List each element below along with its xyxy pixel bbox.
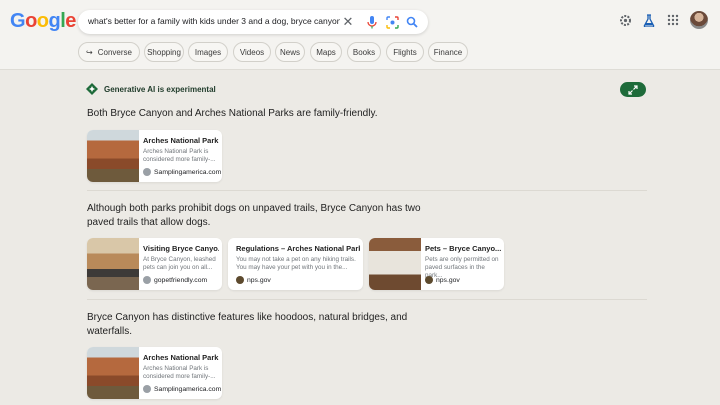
favicon-icon xyxy=(143,385,151,393)
avatar[interactable] xyxy=(690,11,708,29)
answer-paragraph: Both Bryce Canyon and Arches National Pa… xyxy=(87,108,378,119)
close-icon[interactable]: ✕ xyxy=(340,14,356,30)
chip-flights[interactable]: Flights xyxy=(386,42,424,62)
chip-converse[interactable]: ↪ Converse xyxy=(78,42,140,62)
favicon-icon xyxy=(236,276,244,284)
mic-icon[interactable] xyxy=(364,14,380,30)
source-card[interactable]: Visiting Bryce Canyo... At Bryce Canyon,… xyxy=(87,238,222,290)
chip-videos[interactable]: Videos xyxy=(233,42,271,62)
chip-shopping[interactable]: Shopping xyxy=(144,42,184,62)
ai-experimental-label: Generative AI is experimental xyxy=(86,83,216,95)
chip-maps[interactable]: Maps xyxy=(310,42,342,62)
labs-icon[interactable] xyxy=(641,12,657,28)
favicon-icon xyxy=(143,276,151,284)
search-box[interactable]: what's better for a family with kids und… xyxy=(78,10,428,34)
dog-thumbnail xyxy=(369,238,421,290)
expand-icon xyxy=(628,84,638,95)
chip-finance[interactable]: Finance xyxy=(428,42,468,62)
divider xyxy=(87,190,647,191)
source-card[interactable]: Pets – Bryce Canyo... Pets are only perm… xyxy=(369,238,504,290)
answer-paragraph: Bryce Canyon has distinctive features li… xyxy=(87,312,408,337)
source-card[interactable]: Arches National Park... Arches National … xyxy=(87,347,222,399)
google-logo[interactable]: Google xyxy=(10,10,76,33)
source-card[interactable]: Regulations – Arches National Park You m… xyxy=(228,238,363,290)
divider xyxy=(87,299,647,300)
sge-sparkle-icon xyxy=(86,83,98,95)
favicon-icon xyxy=(143,168,151,176)
canyon-thumbnail xyxy=(87,130,139,182)
search-input[interactable]: what's better for a family with kids und… xyxy=(88,16,340,26)
search-icon[interactable] xyxy=(404,14,420,30)
expand-button[interactable] xyxy=(620,82,646,97)
favicon-icon xyxy=(425,276,433,284)
lens-icon[interactable] xyxy=(384,14,400,30)
chip-images[interactable]: Images xyxy=(188,42,228,62)
dog-hiker-thumbnail xyxy=(87,238,139,290)
chip-books[interactable]: Books xyxy=(347,42,381,62)
source-card[interactable]: Arches National Park... Arches National … xyxy=(87,130,222,182)
canyon-thumbnail xyxy=(87,347,139,399)
apps-icon[interactable] xyxy=(665,12,681,28)
answer-paragraph: Although both parks prohibit dogs on unp… xyxy=(87,203,421,228)
header: Google what's better for a family with k… xyxy=(0,0,720,70)
chip-news[interactable]: News xyxy=(275,42,305,62)
converse-arrow-icon: ↪ xyxy=(86,47,93,57)
ai-experimental-text: Generative AI is experimental xyxy=(104,84,216,94)
gear-icon[interactable] xyxy=(617,12,633,28)
